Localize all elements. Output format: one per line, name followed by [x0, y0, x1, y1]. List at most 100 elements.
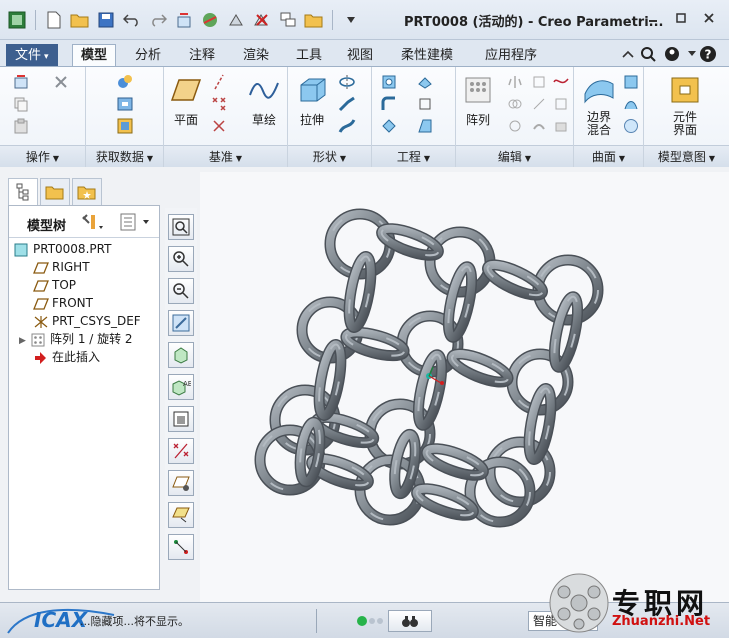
favorites-tab[interactable] [72, 178, 102, 206]
merge-icon[interactable] [506, 95, 524, 113]
pattern-button[interactable]: 阵列 [456, 73, 500, 128]
erase-icon[interactable] [251, 9, 273, 31]
folder-browser-tab[interactable] [40, 178, 70, 206]
zoom-in-icon[interactable] [168, 246, 194, 272]
rib-icon[interactable] [416, 95, 434, 113]
group-label-operations[interactable]: 操作 ▼ [0, 145, 85, 167]
draft-icon[interactable] [416, 117, 434, 135]
solidify-icon[interactable] [552, 117, 570, 135]
tab-flexible-modeling[interactable]: 柔性建模 [392, 44, 462, 66]
close-icon[interactable] [696, 8, 722, 28]
fill-surface-icon[interactable] [622, 73, 640, 91]
chain-ring[interactable] [550, 292, 583, 372]
customize-toolbar-icon[interactable] [340, 9, 362, 31]
save-icon[interactable] [95, 9, 117, 31]
minimize-ribbon-icon[interactable] [618, 44, 638, 64]
windows-icon[interactable] [199, 9, 221, 31]
tree-item-front[interactable]: FRONT [33, 294, 93, 312]
maximize-icon[interactable] [668, 8, 694, 28]
thicken-icon[interactable] [530, 117, 548, 135]
paste-icon[interactable] [12, 117, 30, 135]
tree-item-csys[interactable]: PRT_CSYS_DEF [33, 312, 141, 330]
round-icon[interactable] [380, 95, 398, 113]
swept-blend-icon[interactable] [338, 117, 356, 135]
tab-file[interactable]: 文件 ▾ [6, 44, 58, 66]
refit-icon[interactable] [168, 214, 194, 240]
mirror-icon[interactable] [506, 73, 524, 91]
find-button[interactable] [388, 610, 432, 632]
offset-icon[interactable] [552, 95, 570, 113]
group-label-get-data[interactable]: 获取数据 ▼ [86, 145, 163, 167]
boundary-blend-button[interactable]: 边界 混合 [576, 73, 622, 137]
tab-model[interactable]: 模型 [72, 44, 117, 66]
tree-item-top[interactable]: TOP [33, 276, 76, 294]
extrude-button[interactable]: 拉伸 [290, 73, 334, 128]
group-label-model-intent[interactable]: 模型意图 ▼ [644, 145, 729, 167]
model-tree-tab[interactable] [8, 178, 38, 206]
tab-render[interactable]: 渲染 [234, 44, 278, 66]
undo-icon[interactable] [121, 9, 143, 31]
tree-settings-icon[interactable] [81, 213, 105, 234]
sweep-icon[interactable] [338, 95, 356, 113]
sketch-button[interactable]: 草绘 [242, 73, 286, 128]
copy-icon[interactable] [12, 95, 30, 113]
group-label-datum[interactable]: 基准 ▼ [164, 145, 287, 167]
datum-display-filters-icon[interactable] [168, 438, 194, 464]
community-icon[interactable] [662, 44, 682, 64]
datum-axis-icon[interactable] [210, 73, 228, 91]
group-label-shapes[interactable]: 形状 ▼ [288, 145, 371, 167]
plane-button[interactable]: 平面 [164, 73, 208, 128]
repaint-icon[interactable] [168, 310, 194, 336]
intersect-icon[interactable] [506, 117, 524, 135]
style-icon[interactable] [622, 95, 640, 113]
spin-center-icon[interactable] [168, 534, 194, 560]
saved-orientations-icon[interactable] [168, 342, 194, 368]
regenerate-icon[interactable] [173, 9, 195, 31]
tab-view[interactable]: 视图 [338, 44, 382, 66]
folder-dropdown-icon[interactable] [303, 9, 325, 31]
tab-annotate[interactable]: 注释 [180, 44, 224, 66]
regenerate-small-icon[interactable] [12, 73, 30, 91]
revolve-icon[interactable] [338, 73, 356, 91]
redo-icon[interactable] [147, 9, 169, 31]
open-folder-icon[interactable] [69, 9, 91, 31]
group-label-editing[interactable]: 编辑 ▼ [456, 145, 573, 167]
tab-analysis[interactable]: 分析 [126, 44, 170, 66]
view-manager-icon[interactable] [277, 9, 299, 31]
close-window-icon[interactable] [225, 9, 247, 31]
help-icon[interactable]: ? [698, 44, 718, 64]
tree-item-pattern[interactable]: ▶ 阵列 1 / 旋转 2 [19, 330, 133, 348]
copy-geometry-icon[interactable] [116, 73, 134, 91]
group-label-surfaces[interactable]: 曲面 ▼ [574, 145, 643, 167]
zoom-out-icon[interactable] [168, 278, 194, 304]
expand-arrow-icon[interactable]: ▶ [19, 332, 31, 350]
component-interface-button[interactable]: 元件 界面 [662, 73, 708, 137]
project-icon[interactable] [552, 73, 570, 91]
datum-point-icon[interactable] [210, 95, 228, 113]
shrinkwrap-icon[interactable] [116, 95, 134, 113]
tree-item-right[interactable]: RIGHT [33, 258, 90, 276]
new-file-icon[interactable] [43, 9, 65, 31]
shell-icon[interactable] [416, 73, 434, 91]
display-style-icon[interactable] [168, 406, 194, 432]
minimize-icon[interactable] [640, 8, 666, 28]
view-manager-icon[interactable]: AB [168, 374, 194, 400]
app-menu-icon[interactable] [6, 9, 28, 31]
coordinate-system-icon[interactable] [210, 117, 228, 135]
annotation-display-icon[interactable] [168, 502, 194, 528]
search-icon[interactable] [638, 44, 658, 64]
hole-icon[interactable] [380, 73, 398, 91]
trim-icon[interactable] [530, 95, 548, 113]
tab-tools[interactable]: 工具 [287, 44, 331, 66]
group-label-engineering[interactable]: 工程 ▼ [372, 145, 455, 167]
tab-applications[interactable]: 应用程序 [476, 44, 546, 66]
extend-icon[interactable] [530, 73, 548, 91]
chain-ring[interactable] [525, 384, 555, 464]
chain-ring[interactable] [444, 262, 477, 342]
delete-icon[interactable] [52, 73, 70, 91]
plane-display-icon[interactable] [168, 470, 194, 496]
chain-ring[interactable] [345, 252, 375, 332]
graphics-window[interactable] [200, 172, 729, 602]
freestyle-icon[interactable] [622, 117, 640, 135]
tree-item-part[interactable]: PRT0008.PRT [14, 240, 111, 258]
